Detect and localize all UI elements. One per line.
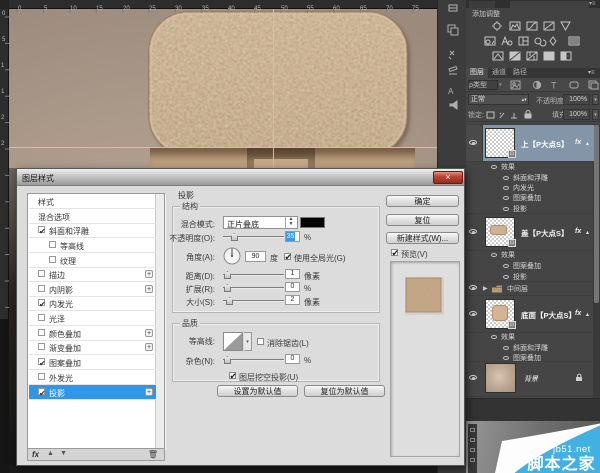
svg-text:1: 1	[1, 63, 5, 69]
svg-text:1: 1	[1, 89, 5, 95]
svg-text:20: 20	[123, 6, 130, 12]
svg-text:2: 2	[1, 141, 5, 147]
svg-text:65: 65	[360, 6, 367, 12]
svg-text:30: 30	[175, 6, 182, 12]
svg-text:50: 50	[281, 6, 288, 12]
svg-text:2: 2	[1, 115, 5, 121]
svg-text:脚本之家: 脚本之家	[528, 454, 596, 473]
svg-text:40: 40	[228, 6, 235, 12]
svg-text:A: A	[448, 87, 454, 96]
svg-text:55: 55	[307, 6, 314, 12]
svg-text:35: 35	[202, 6, 209, 12]
svg-text:15: 15	[96, 6, 103, 12]
svg-text:0: 0	[18, 6, 22, 12]
svg-text:5: 5	[2, 37, 6, 43]
svg-text:25: 25	[149, 6, 156, 12]
svg-text:T: T	[551, 81, 557, 91]
svg-text:5: 5	[44, 6, 48, 12]
svg-text:70: 70	[386, 6, 393, 12]
svg-text:45: 45	[254, 6, 261, 12]
svg-text:10: 10	[70, 6, 77, 12]
svg-text:0: 0	[2, 11, 6, 17]
svg-text:jb51.net: jb51.net	[552, 444, 591, 455]
